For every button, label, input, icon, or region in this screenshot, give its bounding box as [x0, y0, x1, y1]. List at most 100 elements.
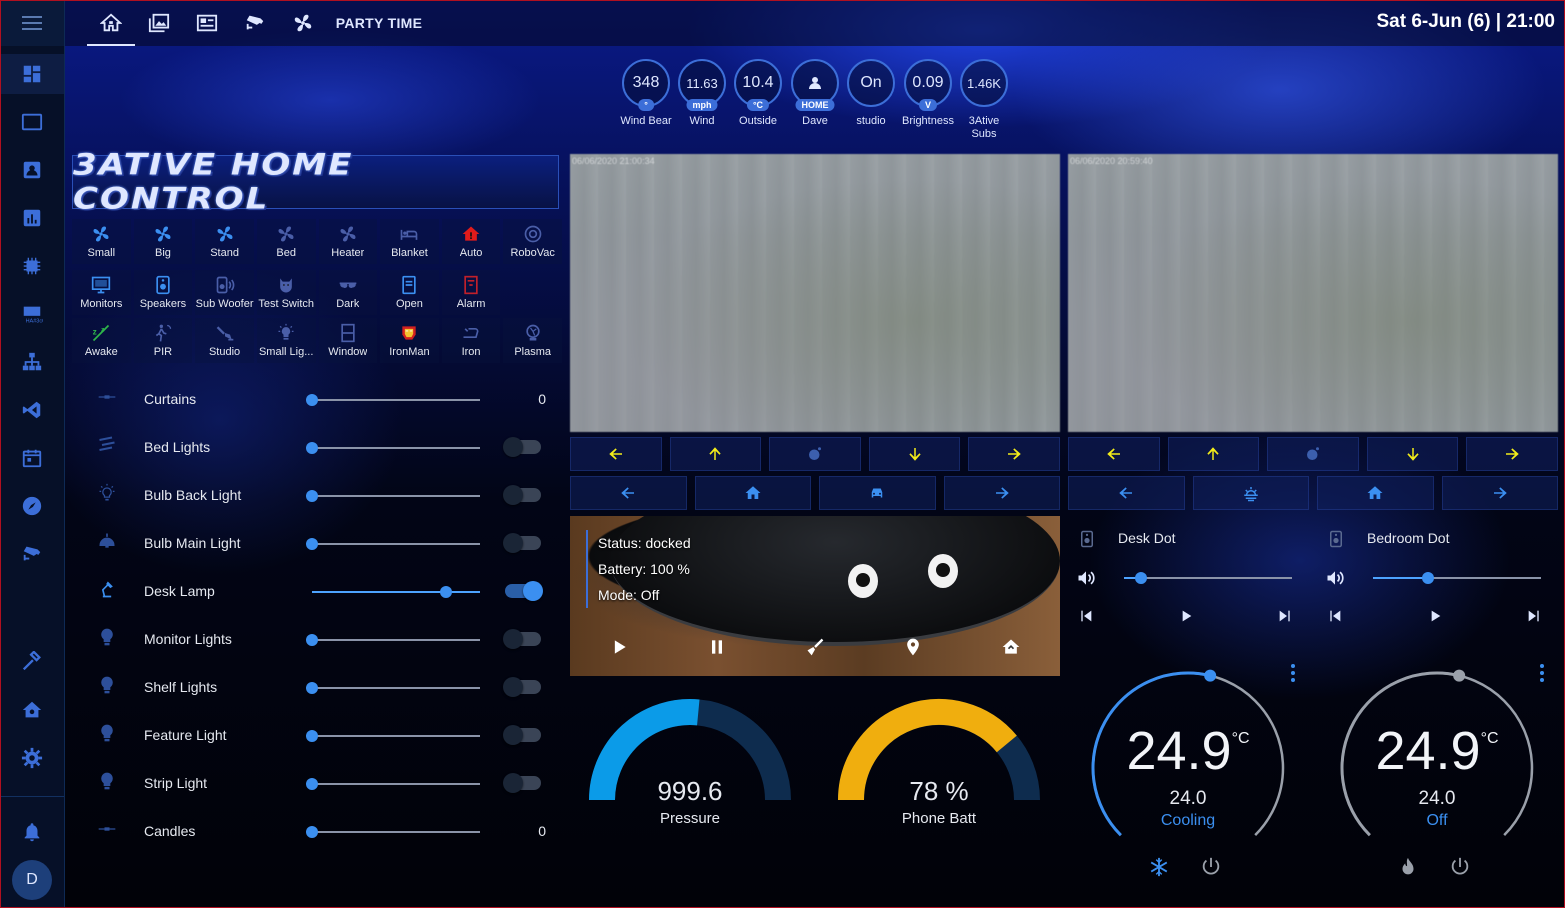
camera-home-button[interactable]	[694, 476, 811, 510]
brightness-slider[interactable]	[312, 735, 480, 737]
camera-arrow-up-button[interactable]	[1167, 437, 1260, 471]
sidebar-item-supervisor[interactable]	[0, 690, 64, 730]
light-icon-wrap[interactable]	[96, 578, 118, 600]
light-toggle[interactable]	[503, 485, 541, 505]
light-icon-wrap[interactable]	[96, 386, 118, 408]
switch-button-plasma[interactable]: Plasma	[503, 318, 562, 363]
switch-button-test-switch[interactable]: Test Switch	[256, 270, 316, 315]
light-icon-wrap[interactable]	[96, 482, 118, 504]
next-track-button[interactable]	[1277, 608, 1293, 629]
brightness-slider[interactable]	[312, 591, 480, 593]
tab-news[interactable]	[183, 0, 231, 46]
light-toggle[interactable]	[503, 773, 541, 793]
camera-arrow-down-button[interactable]	[1366, 437, 1459, 471]
camera-arrow-left-button[interactable]	[1068, 476, 1185, 510]
switch-button-open[interactable]: Open	[380, 270, 439, 315]
light-toggle[interactable]	[503, 437, 541, 457]
camera-arrow-up-button[interactable]	[669, 437, 762, 471]
sidebar-item-dashboard-account[interactable]	[0, 150, 64, 190]
hvac-mode-button[interactable]	[1397, 856, 1419, 883]
gauge-pressure[interactable]: 999.6 Pressure	[570, 690, 810, 840]
switch-button-iron[interactable]: Iron	[441, 318, 501, 363]
tab-home[interactable]	[87, 0, 135, 46]
sidebar-item-calendar[interactable]	[0, 438, 64, 478]
volume-slider[interactable]	[1124, 577, 1292, 579]
brightness-slider[interactable]	[312, 495, 480, 497]
sidebar-item-compass[interactable]	[0, 486, 64, 526]
camera-arrow-right-button[interactable]	[968, 437, 1060, 471]
camera-arrow-left-button[interactable]	[570, 437, 662, 471]
switch-button-robovac[interactable]: RoboVac	[503, 219, 562, 264]
switch-button-sub-woofer[interactable]: Sub Woofer	[195, 270, 254, 315]
sidebar-item-network[interactable]	[0, 342, 64, 382]
switch-button-heater[interactable]: Heater	[318, 219, 378, 264]
sidebar-item-overview[interactable]	[0, 54, 64, 94]
camera-arrow-left-button[interactable]	[570, 476, 687, 510]
switch-button-stand[interactable]: Stand	[195, 219, 254, 264]
switch-button-awake[interactable]: z z Awake	[72, 318, 131, 363]
vacuum-return-home-button[interactable]	[1001, 637, 1021, 662]
tab-party-time[interactable]: PARTY TIME	[331, 0, 427, 46]
camera-home-button[interactable]	[1317, 476, 1434, 510]
notifications-button[interactable]	[0, 812, 64, 852]
avatar[interactable]: D	[12, 860, 52, 900]
brightness-slider[interactable]	[312, 687, 480, 689]
camera-feed-1[interactable]: 06/06/2020 21:00:34	[570, 154, 1060, 432]
brightness-slider[interactable]	[312, 639, 480, 641]
sidebar-item-hardware[interactable]	[0, 246, 64, 286]
sidebar-item-code-server[interactable]	[0, 390, 64, 430]
hvac-off-button[interactable]	[1449, 856, 1471, 883]
light-toggle[interactable]	[503, 629, 541, 649]
badge-3ative-subs[interactable]: 1.46K 3Ative Subs	[958, 59, 1010, 141]
light-icon-wrap[interactable]	[96, 722, 118, 744]
switch-button-monitors[interactable]: Monitors	[72, 270, 131, 315]
play-button[interactable]	[1427, 608, 1443, 629]
previous-track-button[interactable]	[1078, 608, 1094, 629]
brightness-slider[interactable]	[312, 399, 480, 401]
more-options-button[interactable]	[1540, 664, 1544, 685]
slider-handle[interactable]	[306, 778, 318, 790]
badge-brightness[interactable]: 0.09 V Brightness	[902, 59, 954, 128]
brightness-slider[interactable]	[312, 447, 480, 449]
switch-button-dark[interactable]: Dark	[318, 270, 378, 315]
slider-handle[interactable]	[306, 682, 318, 694]
slider-handle[interactable]	[306, 538, 318, 550]
camera-orbit-button[interactable]	[1267, 437, 1359, 471]
vacuum-pause-button[interactable]	[707, 637, 727, 662]
switch-button-ironman[interactable]: IronMan	[380, 318, 439, 363]
hvac-mode-button[interactable]	[1148, 856, 1170, 883]
light-toggle[interactable]	[503, 677, 541, 697]
slider-handle[interactable]	[306, 826, 318, 838]
sidebar-item-hacs[interactable]: HA#3c6ed8S	[0, 294, 64, 334]
light-icon-wrap[interactable]	[96, 626, 118, 648]
switch-button-auto[interactable]: Auto	[441, 219, 501, 264]
vacuum-clean-spot-button[interactable]	[805, 637, 825, 662]
next-track-button[interactable]	[1526, 608, 1542, 629]
sidebar-item-dashboard-tablet[interactable]	[0, 102, 64, 142]
switch-button-speakers[interactable]: Speakers	[133, 270, 193, 315]
camera-orbit-button[interactable]	[769, 437, 861, 471]
switch-button-studio[interactable]: Studio	[195, 318, 254, 363]
badge-dave[interactable]: HOME Dave	[789, 59, 841, 128]
light-toggle[interactable]	[505, 581, 543, 601]
sidebar-item-cctv[interactable]	[0, 534, 64, 574]
sidebar-item-history[interactable]	[0, 198, 64, 238]
camera-arrow-down-button[interactable]	[868, 437, 961, 471]
camera-arrow-left-button[interactable]	[1068, 437, 1160, 471]
mute-button[interactable]	[1076, 568, 1096, 593]
tab-fans[interactable]	[279, 0, 327, 46]
vacuum-start-button[interactable]	[609, 637, 629, 662]
more-options-button[interactable]	[1291, 664, 1295, 685]
switch-button-big[interactable]: Big	[133, 219, 193, 264]
light-icon-wrap[interactable]	[96, 674, 118, 696]
camera-arrow-right-button[interactable]	[1466, 437, 1558, 471]
slider-handle[interactable]	[306, 730, 318, 742]
camera-weather-sunset-button[interactable]	[1192, 476, 1309, 510]
volume-handle[interactable]	[1134, 572, 1147, 584]
light-toggle[interactable]	[503, 725, 541, 745]
gauge-phone-batt[interactable]: 78 % Phone Batt	[819, 690, 1059, 840]
vacuum-locate-button[interactable]	[903, 637, 923, 662]
light-icon-wrap[interactable]	[96, 530, 118, 552]
brightness-slider[interactable]	[312, 783, 480, 785]
switch-button-alarm[interactable]: Alarm	[441, 270, 501, 315]
